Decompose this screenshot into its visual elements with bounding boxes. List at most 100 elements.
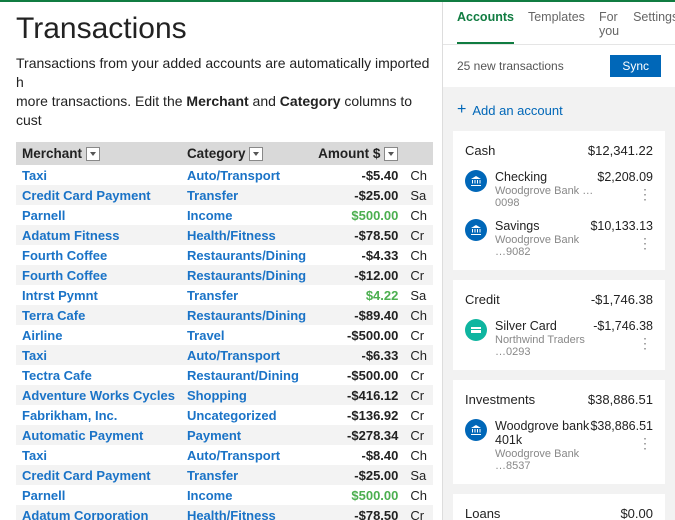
group-balance: $0.00 xyxy=(620,506,653,520)
cell-merchant[interactable]: Parnell xyxy=(16,205,181,225)
cell-payee: Cr xyxy=(404,265,433,285)
more-icon[interactable]: ⋮ xyxy=(590,435,653,452)
table-row[interactable]: Terra CafeRestaurants/Dining-$89.40Ch xyxy=(16,305,433,325)
cell-amount: -$78.50 xyxy=(312,505,404,520)
cell-category[interactable]: Health/Fitness xyxy=(181,505,312,520)
table-row[interactable]: Credit Card PaymentTransfer-$25.00Sa xyxy=(16,465,433,485)
cell-amount: -$25.00 xyxy=(312,465,404,485)
cell-category[interactable]: Transfer xyxy=(181,465,312,485)
table-row[interactable]: TaxiAuto/Transport-$8.40Ch xyxy=(16,445,433,465)
table-row[interactable]: Credit Card PaymentTransfer-$25.00Sa xyxy=(16,185,433,205)
table-row[interactable]: Adatum FitnessHealth/Fitness-$78.50Cr xyxy=(16,225,433,245)
cell-merchant[interactable]: Taxi xyxy=(16,445,181,465)
cell-category[interactable]: Restaurants/Dining xyxy=(181,305,312,325)
cell-category[interactable]: Auto/Transport xyxy=(181,165,312,185)
dropdown-icon[interactable] xyxy=(249,147,263,161)
account-item[interactable]: SavingsWoodgrove Bank …9082$10,133.13 ⋮ xyxy=(465,219,653,258)
sync-button[interactable]: Sync xyxy=(610,55,661,77)
more-icon[interactable]: ⋮ xyxy=(593,335,653,352)
col-amount[interactable]: Amount $ xyxy=(312,142,404,165)
account-balance: -$1,746.38 xyxy=(593,319,653,333)
cell-merchant[interactable]: Tectra Cafe xyxy=(16,365,181,385)
cell-merchant[interactable]: Credit Card Payment xyxy=(16,185,181,205)
table-row[interactable]: Adatum CorporationHealth/Fitness-$78.50C… xyxy=(16,505,433,520)
cell-category[interactable]: Uncategorized xyxy=(181,405,312,425)
cell-category[interactable]: Travel xyxy=(181,325,312,345)
cell-category[interactable]: Restaurant/Dining xyxy=(181,365,312,385)
table-row[interactable]: Intrst PymntTransfer$4.22Sa xyxy=(16,285,433,305)
cell-payee: Ch xyxy=(404,485,433,505)
group-balance: -$1,746.38 xyxy=(591,292,653,307)
cell-category[interactable]: Restaurants/Dining xyxy=(181,265,312,285)
account-item[interactable]: Woodgrove bank 401kWoodgrove Bank …8537$… xyxy=(465,419,653,472)
cell-merchant[interactable]: Fourth Coffee xyxy=(16,245,181,265)
cell-merchant[interactable]: Terra Cafe xyxy=(16,305,181,325)
account-item[interactable]: CheckingWoodgrove Bank …0098$2,208.09⋮ xyxy=(465,170,653,209)
cell-category[interactable]: Auto/Transport xyxy=(181,345,312,365)
cell-merchant[interactable]: Airline xyxy=(16,325,181,345)
cell-category[interactable]: Transfer xyxy=(181,185,312,205)
cell-payee: Sa xyxy=(404,185,433,205)
cell-category[interactable]: Transfer xyxy=(181,285,312,305)
table-row[interactable]: Fabrikham, Inc.Uncategorized-$136.92Cr xyxy=(16,405,433,425)
cell-category[interactable]: Income xyxy=(181,485,312,505)
cell-merchant[interactable]: Fourth Coffee xyxy=(16,265,181,285)
cell-amount: -$8.40 xyxy=(312,445,404,465)
cell-merchant[interactable]: Intrst Pymnt xyxy=(16,285,181,305)
table-row[interactable]: ParnellIncome$500.00Ch xyxy=(16,205,433,225)
cell-amount: -$12.00 xyxy=(312,265,404,285)
col-merchant[interactable]: Merchant xyxy=(16,142,181,165)
cell-payee: Sa xyxy=(404,285,433,305)
table-row[interactable]: AirlineTravel-$500.00Cr xyxy=(16,325,433,345)
table-row[interactable]: Fourth CoffeeRestaurants/Dining-$12.00Cr xyxy=(16,265,433,285)
group-balance: $38,886.51 xyxy=(588,392,653,407)
cell-category[interactable]: Health/Fitness xyxy=(181,225,312,245)
account-name: Savings xyxy=(495,219,590,233)
cell-amount: -$136.92 xyxy=(312,405,404,425)
cell-payee: Cr xyxy=(404,365,433,385)
add-account-link[interactable]: + Add an account xyxy=(453,97,665,131)
cell-merchant[interactable]: Parnell xyxy=(16,485,181,505)
cell-category[interactable]: Auto/Transport xyxy=(181,445,312,465)
bank-icon xyxy=(465,319,487,341)
table-row[interactable]: TaxiAuto/Transport-$5.40Ch xyxy=(16,165,433,185)
cell-merchant[interactable]: Fabrikham, Inc. xyxy=(16,405,181,425)
account-group: Investments$38,886.51Woodgrove bank 401k… xyxy=(453,380,665,484)
cell-payee: Sa xyxy=(404,465,433,485)
more-icon[interactable]: ⋮ xyxy=(597,186,653,203)
table-row[interactable]: Automatic PaymentPayment-$278.34Cr xyxy=(16,425,433,445)
table-row[interactable]: Fourth CoffeeRestaurants/Dining-$4.33Ch xyxy=(16,245,433,265)
account-sub: Woodgrove Bank …9082 xyxy=(495,234,590,258)
cell-merchant[interactable]: Credit Card Payment xyxy=(16,465,181,485)
transactions-table: Merchant Category Amount $ TaxiAuto/Tran… xyxy=(16,142,433,520)
cell-amount: -$25.00 xyxy=(312,185,404,205)
table-row[interactable]: ParnellIncome$500.00Ch xyxy=(16,485,433,505)
table-row[interactable]: Tectra CafeRestaurant/Dining-$500.00Cr xyxy=(16,365,433,385)
tab-settings[interactable]: Settings xyxy=(633,10,675,44)
account-group: Cash$12,341.22CheckingWoodgrove Bank …00… xyxy=(453,131,665,270)
cell-amount: -$6.33 xyxy=(312,345,404,365)
tab-accounts[interactable]: Accounts xyxy=(457,10,514,44)
table-row[interactable]: Adventure Works CyclesShopping-$416.12Cr xyxy=(16,385,433,405)
group-name: Loans xyxy=(465,506,500,520)
cell-merchant[interactable]: Adventure Works Cycles xyxy=(16,385,181,405)
cell-category[interactable]: Restaurants/Dining xyxy=(181,245,312,265)
dropdown-icon[interactable] xyxy=(384,147,398,161)
col-category[interactable]: Category xyxy=(181,142,312,165)
tab-templates[interactable]: Templates xyxy=(528,10,585,44)
cell-merchant[interactable]: Adatum Fitness xyxy=(16,225,181,245)
cell-merchant[interactable]: Automatic Payment xyxy=(16,425,181,445)
table-row[interactable]: TaxiAuto/Transport-$6.33Ch xyxy=(16,345,433,365)
cell-category[interactable]: Shopping xyxy=(181,385,312,405)
account-item[interactable]: Silver CardNorthwind Traders …0293-$1,74… xyxy=(465,319,653,358)
dropdown-icon[interactable] xyxy=(86,147,100,161)
cell-merchant[interactable]: Taxi xyxy=(16,165,181,185)
bank-icon xyxy=(465,419,487,441)
tab-for-you[interactable]: For you xyxy=(599,10,619,44)
account-balance: $10,133.13 xyxy=(590,219,653,233)
cell-merchant[interactable]: Taxi xyxy=(16,345,181,365)
cell-category[interactable]: Income xyxy=(181,205,312,225)
cell-category[interactable]: Payment xyxy=(181,425,312,445)
cell-merchant[interactable]: Adatum Corporation xyxy=(16,505,181,520)
more-icon[interactable]: ⋮ xyxy=(590,235,653,252)
